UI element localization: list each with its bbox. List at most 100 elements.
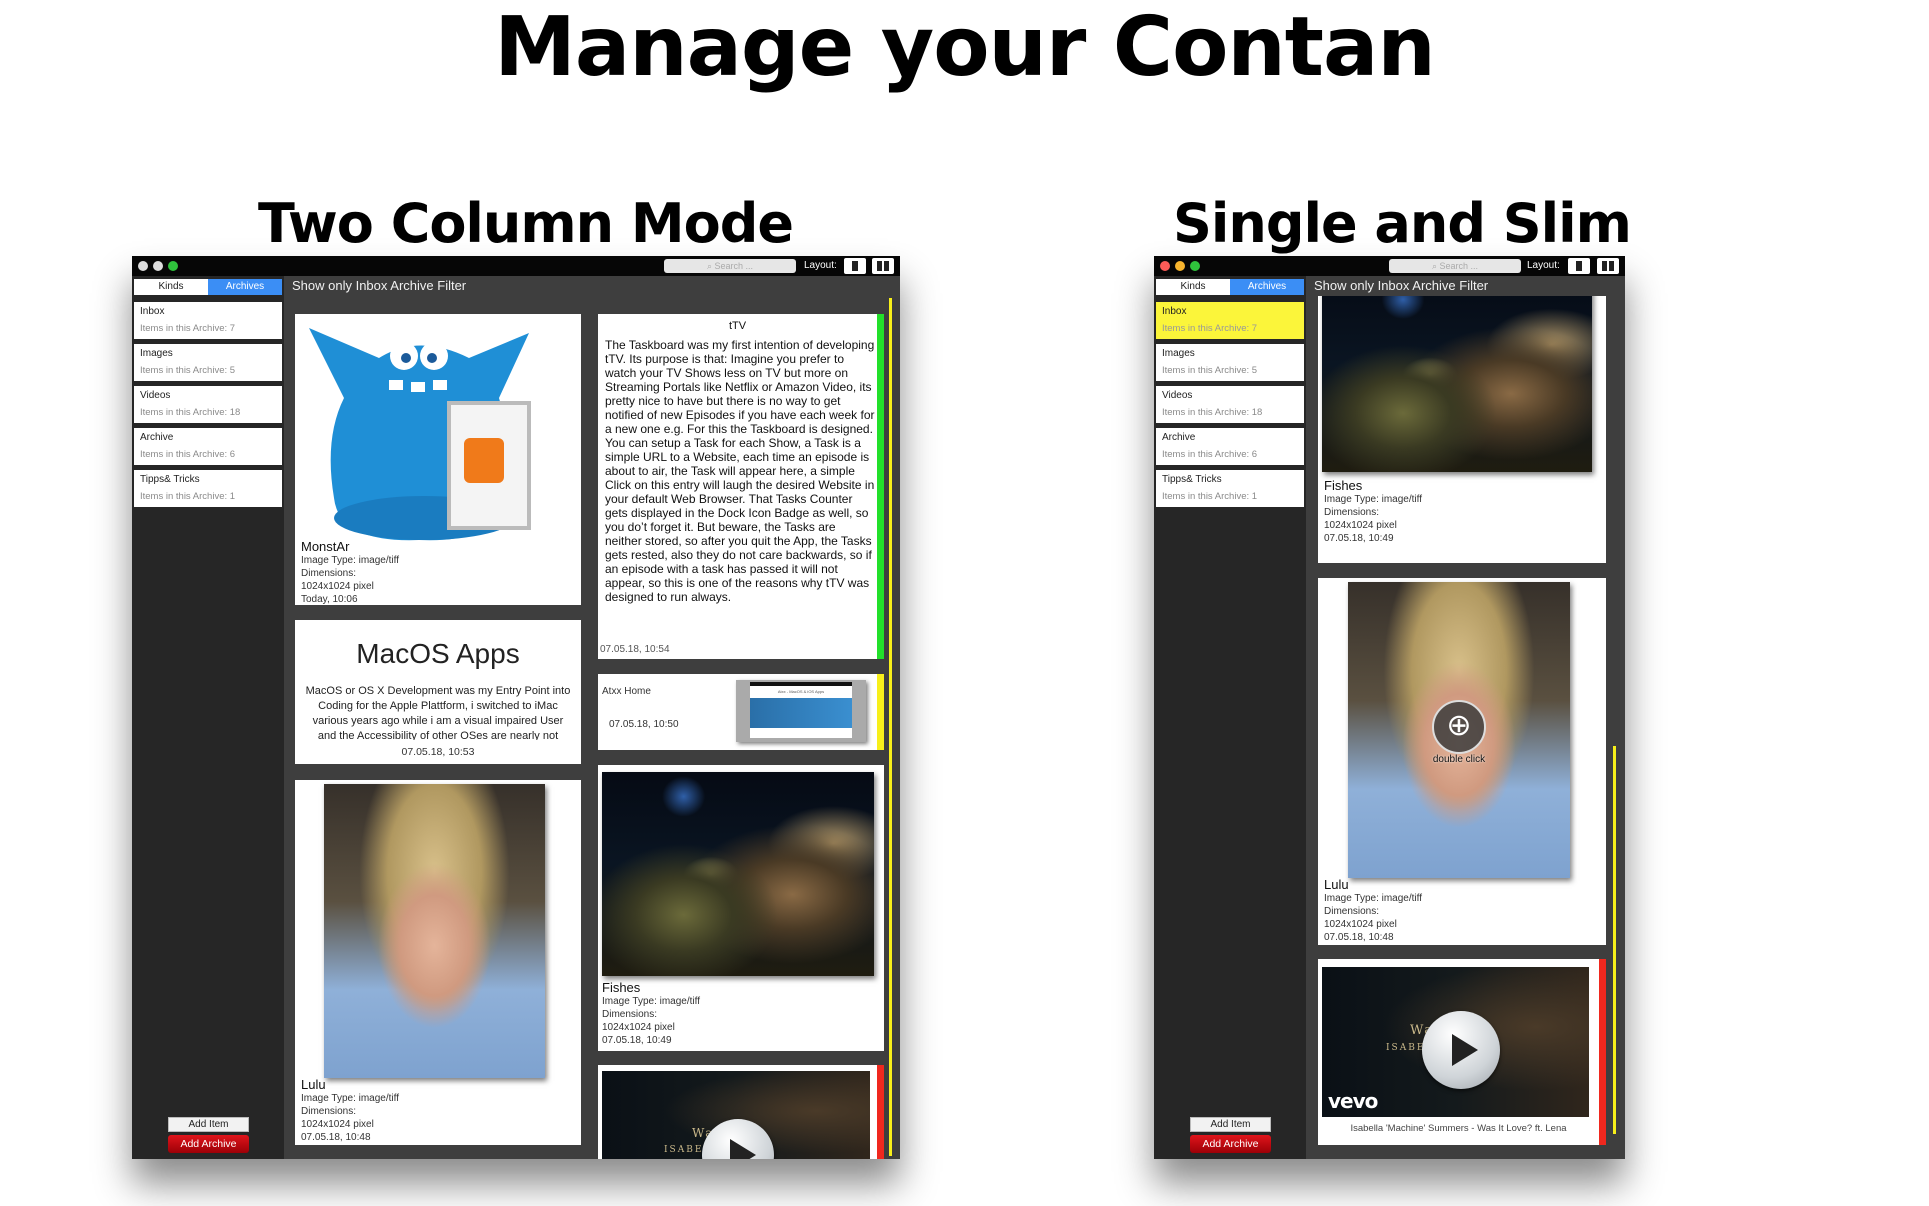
title-bar: ⌕ Search ... Layout: [1154, 256, 1625, 276]
card-video[interactable]: Wa ISABELL MERS [598, 1065, 884, 1159]
layout-two-column-button[interactable] [872, 258, 894, 274]
fishes-photo [1322, 276, 1592, 472]
dimensions: 1024x1024 pixel [301, 1119, 374, 1130]
layout-label: Layout: [804, 260, 837, 271]
add-archive-button[interactable]: Add Archive [1190, 1135, 1271, 1153]
archive-count: Items in this Archive: 5 [1162, 365, 1258, 376]
card-title: MacOS Apps [356, 638, 520, 669]
archive-item-images[interactable]: Images Items in this Archive: 5 [134, 344, 282, 381]
archive-item-tipps-tricks[interactable]: Tipps& Tricks Items in this Archive: 1 [1156, 470, 1304, 507]
caption-single-slim: Single and Slim [1173, 192, 1632, 255]
layout-two-column-button[interactable] [1597, 258, 1619, 274]
sidebar: Kinds Archives Inbox Items in this Archiv… [132, 276, 284, 1159]
sidebar: Kinds Archives Inbox Items in this Archiv… [1154, 276, 1306, 1159]
card-monstar[interactable]: MonstAr Image Type: image/tiff Dimension… [295, 314, 581, 605]
card-video[interactable]: Wa ISABELL MERS vevo Isabella 'Machine' … [1318, 959, 1606, 1145]
play-icon[interactable] [702, 1119, 774, 1159]
tab-kinds[interactable]: Kinds [1156, 279, 1230, 295]
card-title: Fishes [1324, 478, 1363, 493]
scrollbar[interactable] [889, 298, 892, 1156]
archive-name: Inbox [1162, 306, 1187, 317]
archive-item-images[interactable]: Images Items in this Archive: 5 [1156, 344, 1304, 381]
archive-count: Items in this Archive: 18 [140, 407, 241, 418]
card-macos-apps[interactable]: MacOS Apps MacOS or OS X Development was… [295, 620, 581, 764]
archive-item-tipps-tricks[interactable]: Tipps& Tricks Items in this Archive: 1 [134, 470, 282, 507]
card-ttv[interactable]: tTV The Taskboard was my first intention… [598, 314, 884, 659]
play-icon[interactable] [1422, 1011, 1500, 1089]
archive-item-videos[interactable]: Videos Items in this Archive: 18 [134, 386, 282, 423]
minimize-button[interactable] [1175, 261, 1185, 271]
website-thumbnail: Atxx - MacOS & iOS Apps [736, 680, 866, 742]
add-item-button[interactable]: Add Item [1190, 1117, 1271, 1132]
archive-name: Videos [1162, 390, 1193, 401]
dimensions-label: Dimensions: [1324, 906, 1380, 917]
card-title: Atxx Home [602, 686, 651, 697]
archive-name: Archive [140, 432, 174, 443]
zoom-button[interactable] [168, 261, 178, 271]
date: 07.05.18, 10:54 [600, 644, 670, 655]
archive-name: Videos [140, 390, 171, 401]
archive-name: Archive [1162, 432, 1196, 443]
filter-label: Show only Inbox Archive Filter [1314, 278, 1489, 293]
layout-single-button[interactable] [844, 258, 866, 274]
headline: Manage your Contan [494, 0, 1435, 95]
archive-name: Tipps& Tricks [140, 474, 200, 485]
dimensions-label: Dimensions: [301, 568, 357, 579]
archive-item-inbox[interactable]: Inbox Items in this Archive: 7 [1156, 302, 1304, 339]
card-lulu[interactable]: ⊕ double click Lulu Image Type: image/ti… [1318, 578, 1606, 945]
archive-count: Items in this Archive: 6 [140, 449, 236, 460]
scrollbar[interactable] [1613, 746, 1616, 1134]
vevo-logo: vevo [1328, 1089, 1378, 1113]
filter-bar: Show only Inbox Archive Filter [1306, 276, 1625, 296]
image-type: Image Type: image/tiff [1324, 494, 1423, 505]
dimensions: 1024x1024 pixel [1324, 520, 1397, 531]
dimensions: 1024x1024 pixel [602, 1022, 675, 1033]
archive-count: Items in this Archive: 18 [1162, 407, 1263, 418]
status-marker-red [877, 1065, 884, 1159]
search-input[interactable]: ⌕ Search ... [1389, 259, 1521, 273]
image-type: Image Type: image/tiff [301, 555, 400, 566]
app-window-two-column: ⌕ Search ... Layout: Kinds Archives Inbo… [132, 256, 900, 1159]
search-placeholder: Search ... [1439, 261, 1479, 271]
minimize-button[interactable] [153, 261, 163, 271]
add-archive-button[interactable]: Add Archive [168, 1135, 249, 1153]
card-fishes[interactable]: Fishes Image Type: image/tiff Dimensions… [598, 765, 884, 1051]
archive-count: Items in this Archive: 1 [1162, 491, 1258, 502]
card-title: tTV [728, 320, 747, 332]
card-lulu[interactable]: Lulu Image Type: image/tiff Dimensions: … [295, 780, 581, 1145]
zoom-in-icon[interactable]: ⊕ [1432, 700, 1486, 754]
date: Today, 10:06 [301, 594, 358, 605]
tab-archives[interactable]: Archives [208, 279, 282, 295]
date: 07.05.18, 10:53 [401, 746, 475, 758]
archive-name: Images [140, 348, 173, 359]
date: 07.05.18, 10:49 [602, 1035, 672, 1046]
dimensions-label: Dimensions: [1324, 507, 1380, 518]
archive-name: Inbox [140, 306, 165, 317]
archive-item-archive[interactable]: Archive Items in this Archive: 6 [134, 428, 282, 465]
add-item-button[interactable]: Add Item [168, 1117, 249, 1132]
date: 07.05.18, 10:50 [609, 719, 679, 730]
close-button[interactable] [1160, 261, 1170, 271]
archive-item-videos[interactable]: Videos Items in this Archive: 18 [1156, 386, 1304, 423]
close-button[interactable] [138, 261, 148, 271]
search-input[interactable]: ⌕ Search ... [664, 259, 796, 273]
tab-kinds[interactable]: Kinds [134, 279, 208, 295]
archive-count: Items in this Archive: 1 [140, 491, 236, 502]
archive-item-inbox[interactable]: Inbox Items in this Archive: 7 [134, 302, 282, 339]
archive-item-archive[interactable]: Archive Items in this Archive: 6 [1156, 428, 1304, 465]
card-atxx-home[interactable]: Atxx Home 07.05.18, 10:50 Atxx - MacOS &… [598, 674, 884, 750]
dimensions: 1024x1024 pixel [1324, 919, 1397, 930]
card-title: Lulu [301, 1077, 326, 1092]
layout-single-button[interactable] [1568, 258, 1590, 274]
date: 07.05.18, 10:48 [1324, 932, 1394, 943]
dimensions-label: Dimensions: [602, 1009, 658, 1020]
fishes-photo [602, 772, 874, 976]
lulu-photo: ⊕ double click [1348, 582, 1570, 878]
layout-label: Layout: [1527, 260, 1560, 271]
card-fishes[interactable]: Fishes Image Type: image/tiff Dimensions… [1318, 276, 1606, 563]
kinds-archives-segmented: Kinds Archives [134, 279, 282, 295]
lulu-photo [324, 784, 545, 1078]
tab-archives[interactable]: Archives [1230, 279, 1304, 295]
dimensions: 1024x1024 pixel [301, 581, 374, 592]
zoom-button[interactable] [1190, 261, 1200, 271]
